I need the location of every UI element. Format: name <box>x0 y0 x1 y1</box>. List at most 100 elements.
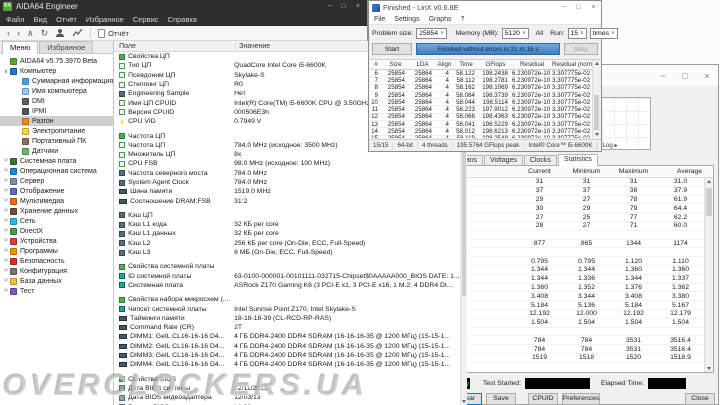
field-label: Свойства набора микросхем (... <box>128 296 229 304</box>
chart-icon[interactable] <box>72 28 83 38</box>
sidebar-item[interactable]: > База данных <box>0 276 113 286</box>
field-cell: System Agent Clock <box>114 179 234 186</box>
sidebar-item[interactable]: > Конфигурация <box>0 266 113 276</box>
sidebar-item[interactable]: > Системная плата <box>0 156 113 166</box>
sidebar-item[interactable]: DMI <box>0 96 113 106</box>
tab-statistics[interactable]: Statistics <box>557 154 598 166</box>
sidebar-item[interactable]: Разгон <box>0 116 114 126</box>
chip-icon <box>119 90 126 97</box>
tab-favorites[interactable]: Избранное <box>39 41 94 53</box>
scroll-down-icon[interactable] <box>594 133 599 136</box>
sidebar-item-label: Датчики <box>32 147 59 155</box>
sidebar-item[interactable]: > Устройства <box>0 236 113 246</box>
up-icon[interactable]: ∧ <box>27 28 34 38</box>
aida64-sidebar: Меню Избранное AIDA64 v5.75.3970 Beta ∨ Ко… <box>0 41 115 405</box>
field-cell: Частота ЦП <box>114 133 234 140</box>
sidebar-item[interactable]: > Сервер <box>0 176 113 186</box>
log-toggle[interactable]: Log ▸ <box>597 142 621 149</box>
statistics-scrollbar[interactable] <box>704 178 713 372</box>
close-icon[interactable]: × <box>696 71 718 81</box>
menu-item[interactable]: Сервис <box>133 15 159 24</box>
sidebar-item[interactable]: Имя компьютера <box>0 86 113 96</box>
menu-item[interactable]: Избранное <box>86 15 124 24</box>
sensor-max: 38 <box>629 187 638 195</box>
forward-icon[interactable]: › <box>17 28 20 38</box>
problem-size-select[interactable]: 25854 ∨ <box>416 27 447 39</box>
scroll-down-icon[interactable] <box>706 367 711 370</box>
minimize-icon[interactable]: − <box>556 4 571 11</box>
sidebar-item-label: Системная плата <box>20 157 77 165</box>
tree-arrow-icon: > <box>4 218 8 224</box>
menu-item[interactable]: Settings <box>394 16 419 23</box>
scroll-down-icon[interactable] <box>462 400 467 403</box>
tab-menu[interactable]: Меню <box>2 41 39 54</box>
close-icon[interactable]: × <box>586 4 601 11</box>
menu-item[interactable]: Graphs <box>429 16 452 23</box>
maximize-icon[interactable]: □ <box>674 71 696 81</box>
sidebar-item[interactable]: > Хранение данных <box>0 206 113 216</box>
sidebar-item[interactable]: Датчики <box>0 146 113 156</box>
run-mode-select[interactable]: times ∨ <box>589 27 618 39</box>
stop-button[interactable]: Stop <box>564 43 598 55</box>
menu-item[interactable]: File <box>374 16 385 23</box>
scroll-up-icon[interactable] <box>707 180 711 183</box>
linx-table-scrollbar[interactable] <box>592 60 600 138</box>
save-button[interactable]: Save <box>486 392 516 405</box>
table-row: Кэш L1 данных 32 КБ per core <box>114 229 459 238</box>
sidebar-item[interactable]: > Тест <box>0 286 113 296</box>
sidebar-item[interactable]: > Мультимедиа <box>0 196 113 206</box>
aida64-titlebar[interactable]: 64 AIDA64 Engineer − □ × <box>0 0 367 13</box>
refresh-icon[interactable]: ↻ <box>41 28 49 38</box>
close-button[interactable]: Close <box>685 392 715 405</box>
tab-clocks[interactable]: Clocks <box>523 155 557 165</box>
cpuid-button[interactable]: CPUID <box>528 392 558 405</box>
sidebar-item[interactable]: IPMI <box>0 106 113 116</box>
menu-item[interactable]: Отчёт <box>56 15 77 24</box>
tab-voltages[interactable]: Voltages <box>484 155 523 165</box>
preferences-button[interactable]: Preferences <box>562 392 600 405</box>
sidebar-item[interactable]: Суммарная информация <box>0 76 113 86</box>
field-cell: Тайминги памяти <box>114 315 234 322</box>
minimize-icon[interactable]: − <box>328 3 332 10</box>
test-started-value <box>524 377 590 389</box>
scroll-up-icon[interactable] <box>594 62 599 65</box>
run-count-select[interactable]: 15 ∨ <box>567 27 587 39</box>
sidebar-item[interactable]: > Безопасность <box>0 256 113 266</box>
cell: 3.307775e-02 <box>552 84 591 92</box>
scrollbar-thumb[interactable] <box>706 188 712 216</box>
cell: 58.041 <box>456 120 475 128</box>
sidebar-item[interactable]: Электропитание <box>0 126 113 136</box>
user-icon[interactable] <box>55 28 65 38</box>
sidebar-item[interactable]: > Программы <box>0 246 113 256</box>
menu-item[interactable]: Справка <box>168 15 197 24</box>
start-button[interactable]: Start <box>372 43 412 55</box>
sidebar-item[interactable]: > Операционная система <box>0 166 113 176</box>
maximize-icon[interactable]: □ <box>571 4 586 11</box>
sidebar-item[interactable]: AIDA64 v5.75.3970 Beta <box>0 56 113 66</box>
memory-select[interactable]: 5120 ∨ <box>501 27 529 39</box>
menu-item[interactable]: Вид <box>33 15 47 24</box>
back-icon[interactable]: ‹ <box>7 28 10 38</box>
sidebar-item[interactable]: Портативный ПК <box>0 136 113 146</box>
secic-icon <box>119 296 126 303</box>
close-icon[interactable]: × <box>356 3 360 10</box>
sidebar-item[interactable]: ∨ Компьютер <box>0 66 113 76</box>
sidebar-item[interactable]: > Сеть <box>0 216 113 226</box>
menu-item[interactable]: ? <box>461 16 465 23</box>
all-label[interactable]: All <box>536 30 544 37</box>
chip-icon <box>119 221 126 228</box>
sensor-avg: 62.2 <box>673 213 688 221</box>
sensor-max: 12.192 <box>623 310 644 318</box>
maximize-icon[interactable]: □ <box>342 3 346 10</box>
menu-item[interactable]: Файл <box>6 15 24 24</box>
scrollbar-thumb[interactable] <box>594 95 599 131</box>
sensor-current: 29 <box>535 195 544 203</box>
minimize-icon[interactable]: − <box>652 71 674 81</box>
sensor-max: 1.344 <box>624 275 642 283</box>
sidebar-item[interactable]: > DirectX <box>0 226 113 236</box>
sidebar-item[interactable]: > Отображение <box>0 186 113 196</box>
mem-icon <box>119 353 128 359</box>
field-cell: Свойства набора микросхем (... <box>114 296 234 303</box>
linx-titlebar[interactable]: Finished - LinX v0.6.8E − □ × <box>369 1 601 14</box>
report-button[interactable]: Отчёт <box>98 28 129 38</box>
